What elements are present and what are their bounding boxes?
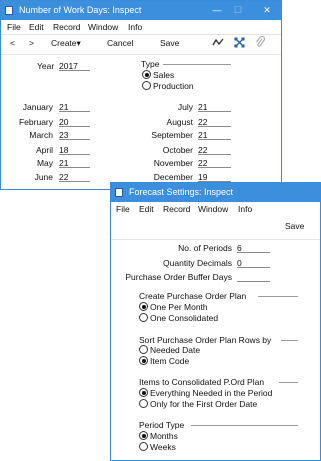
type-sales-radio[interactable] xyxy=(142,70,151,79)
month-label: July xyxy=(177,102,193,112)
title-bar: Number of Work Days: Inspect — ☐ ✕ xyxy=(1,1,281,20)
minimize-button[interactable]: — xyxy=(207,3,227,17)
needed-date-radio[interactable] xyxy=(139,345,148,354)
title-bar: Forecast Settings: Inspect xyxy=(111,183,320,202)
create-plan-divider xyxy=(258,296,298,297)
year-field[interactable]: 2017 xyxy=(59,61,90,71)
month-label: October xyxy=(162,145,193,155)
expand-icon[interactable] xyxy=(234,37,245,50)
cancel-button[interactable]: Cancel xyxy=(107,38,133,48)
weeks-label: Weeks xyxy=(150,442,176,452)
menu-edit[interactable]: Edit xyxy=(29,22,44,32)
month-label: November xyxy=(153,158,193,168)
work-days-window: Number of Work Days: Inspect — ☐ ✕ File … xyxy=(0,0,282,190)
buffer-days-field[interactable] xyxy=(237,272,270,282)
month-label: January xyxy=(22,102,53,112)
type-production-radio[interactable] xyxy=(142,81,151,90)
month-label: September xyxy=(151,130,193,140)
forecast-settings-window: Forecast Settings: Inspect File Edit Rec… xyxy=(110,182,321,461)
save-button[interactable]: Save xyxy=(160,38,179,48)
type-production-label: Production xyxy=(153,81,194,91)
toolbar-divider xyxy=(111,239,320,240)
menu-window[interactable]: Window xyxy=(198,204,228,214)
first-order-date-radio[interactable] xyxy=(139,399,148,408)
months-label: Months xyxy=(150,431,178,441)
qty-decimals-label: Quantity Decimals xyxy=(163,258,232,268)
month-field[interactable]: 22 xyxy=(198,158,231,168)
months-radio[interactable] xyxy=(139,431,148,440)
month-field[interactable]: 19 xyxy=(198,172,231,182)
month-field[interactable]: 22 xyxy=(59,172,90,182)
month-field[interactable]: 22 xyxy=(198,117,231,127)
period-type-group-label: Period Type xyxy=(139,420,185,430)
menu-info[interactable]: Info xyxy=(238,204,252,214)
one-consolidated-radio[interactable] xyxy=(139,313,148,322)
menu-file[interactable]: File xyxy=(7,22,21,32)
save-button[interactable]: Save xyxy=(285,221,304,231)
window-title: Forecast Settings: Inspect xyxy=(129,187,234,197)
buffer-days-label: Purchase Order Buffer Days xyxy=(125,272,232,282)
maximize-button[interactable]: ☐ xyxy=(228,3,248,17)
month-label: December xyxy=(153,172,193,182)
year-label: Year xyxy=(37,61,55,71)
create-plan-group-label: Create Purchase Order Plan xyxy=(139,291,247,301)
prev-record-button[interactable]: < xyxy=(10,38,15,48)
month-label: June xyxy=(34,172,53,182)
app-icon xyxy=(115,188,123,197)
type-group-divider xyxy=(163,64,231,65)
items-cons-group-label: Items to Consolidated P.Ord Plan xyxy=(139,377,265,387)
menu-record[interactable]: Record xyxy=(163,204,190,214)
month-field[interactable]: 23 xyxy=(59,130,90,140)
item-code-radio[interactable] xyxy=(139,356,148,365)
first-order-date-label: Only for the First Order Date xyxy=(150,399,258,409)
menu-info[interactable]: Info xyxy=(128,22,142,32)
needed-date-label: Needed Date xyxy=(150,345,201,355)
one-per-month-label: One Per Month xyxy=(150,302,208,312)
item-code-label: Item Code xyxy=(150,356,190,366)
close-button[interactable]: ✕ xyxy=(257,3,277,17)
month-field[interactable]: 22 xyxy=(198,145,231,155)
everything-needed-radio[interactable] xyxy=(139,388,148,397)
chevron-down-icon: ▾ xyxy=(76,38,81,48)
month-label: February xyxy=(18,117,53,127)
month-label: April xyxy=(35,145,53,155)
menu-record[interactable]: Record xyxy=(53,22,80,32)
month-field[interactable]: 21 xyxy=(198,102,231,112)
items-cons-divider xyxy=(279,382,298,383)
periods-field[interactable]: 6 xyxy=(237,243,270,253)
month-field[interactable]: 21 xyxy=(198,130,231,140)
type-sales-label: Sales xyxy=(153,70,175,80)
month-label: May xyxy=(36,158,53,168)
create-label: Create xyxy=(51,38,77,48)
periods-label: No. of Periods xyxy=(178,243,232,253)
menu-window[interactable]: Window xyxy=(88,22,118,32)
attachment-icon[interactable] xyxy=(255,35,266,50)
month-label: August xyxy=(166,117,193,127)
month-field[interactable]: 21 xyxy=(59,102,90,112)
one-per-month-radio[interactable] xyxy=(139,302,148,311)
one-consolidated-label: One Consolidated xyxy=(150,313,219,323)
activity-icon[interactable] xyxy=(212,37,224,49)
toolbar: < > Create▾ Cancel Save xyxy=(1,34,281,55)
app-icon xyxy=(5,6,13,15)
qty-decimals-field[interactable]: 0 xyxy=(237,258,270,268)
menu-bar: File Edit Record Window Info xyxy=(1,20,281,35)
next-record-button[interactable]: > xyxy=(29,38,34,48)
menu-bar: File Edit Record Window Info xyxy=(111,202,320,216)
month-field[interactable]: 21 xyxy=(59,158,90,168)
sort-rows-divider xyxy=(281,340,298,341)
menu-edit[interactable]: Edit xyxy=(139,204,154,214)
month-label: March xyxy=(29,130,53,140)
month-field[interactable]: 18 xyxy=(59,145,90,155)
menu-file[interactable]: File xyxy=(116,204,130,214)
type-group-label: Type xyxy=(141,59,160,69)
period-type-divider xyxy=(191,425,298,426)
everything-needed-label: Everything Needed in the Period xyxy=(150,388,273,398)
create-button[interactable]: Create▾ xyxy=(51,38,81,49)
month-field[interactable]: 20 xyxy=(59,117,90,127)
weeks-radio[interactable] xyxy=(139,442,148,451)
window-title: Number of Work Days: Inspect xyxy=(19,5,142,15)
sort-rows-group-label: Sort Purchase Order Plan Rows by xyxy=(139,335,272,345)
